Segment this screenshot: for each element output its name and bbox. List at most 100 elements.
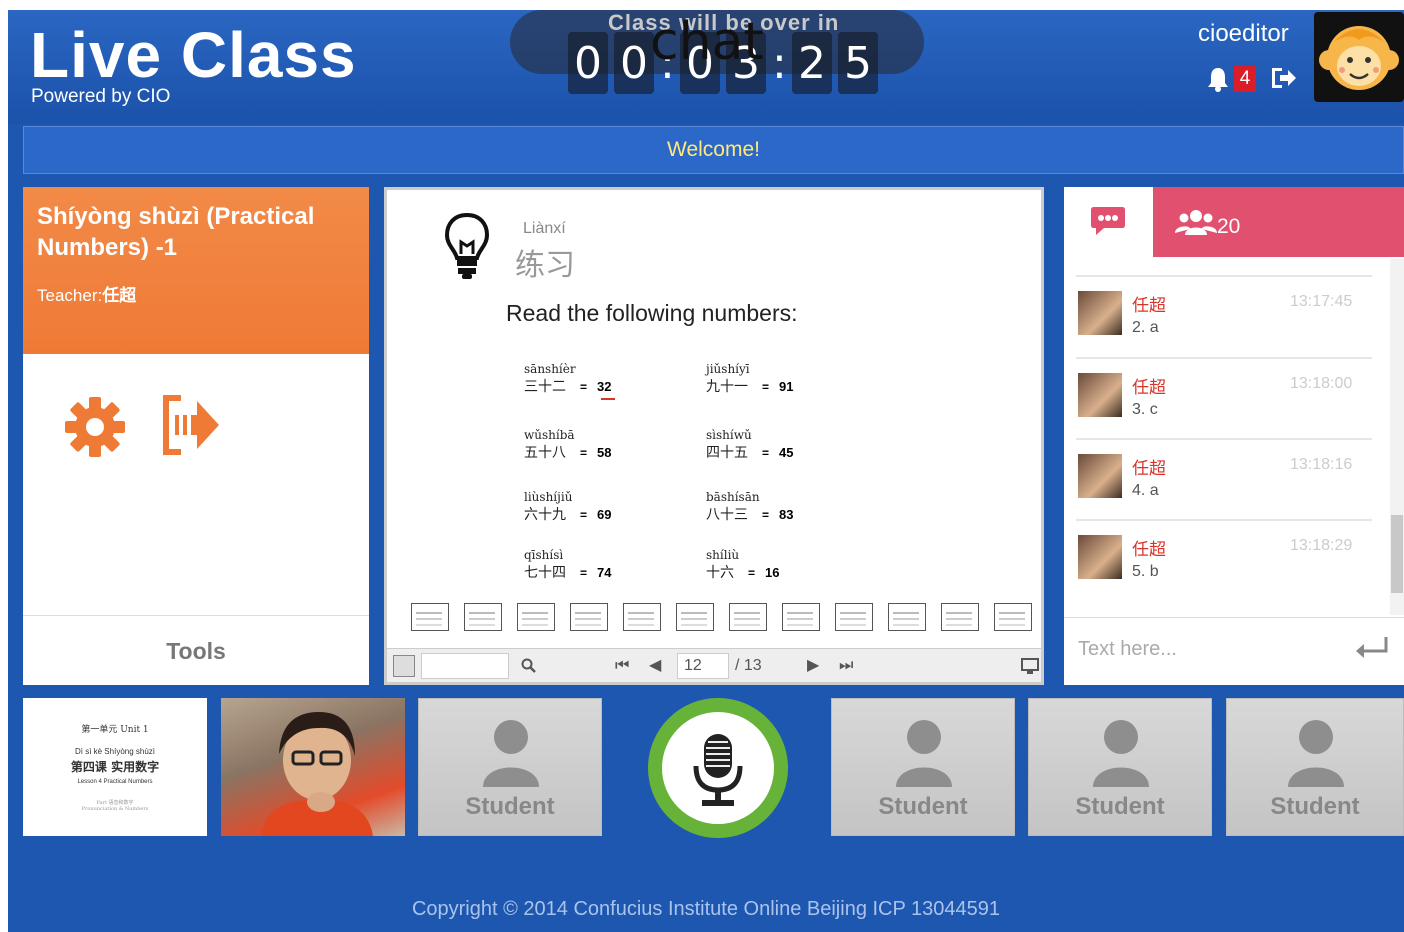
user-count: 20: [1217, 215, 1241, 238]
slide-thumbnail[interactable]: [994, 603, 1032, 631]
countdown-digit: 0: [568, 32, 608, 94]
pen-mark: [601, 398, 615, 400]
student-label: Student: [1075, 793, 1165, 820]
slide-thumbnail[interactable]: [835, 603, 873, 631]
exercise-hanzi: 四十五: [706, 445, 748, 461]
cover-part: Part 语音和数字: [96, 800, 134, 806]
user-avatar[interactable]: [1314, 12, 1404, 102]
student-placeholder-icon: [1288, 720, 1344, 787]
sender-avatar: [1078, 454, 1122, 498]
message-text: 5. b: [1132, 563, 1159, 580]
course-title: Shíyòng shùzì (Practical Numbers) -1: [37, 203, 315, 261]
slide-thumbnail[interactable]: [411, 603, 449, 631]
student-slot[interactable]: Student: [418, 698, 602, 836]
exercise-hanzi: 五十八: [524, 445, 566, 461]
slide-thumbnail[interactable]: [729, 603, 767, 631]
lesson-cover-thumbnail[interactable]: 第一单元 Unit 1 Dì sì kè Shíyòng shùzì 第四课 实…: [23, 698, 207, 836]
exercise-item: jiǔshíyī 九十一 = 91: [706, 362, 876, 402]
countdown-digit: 5: [838, 32, 878, 94]
exercise-item: bāshísān 八十三 = 83: [706, 490, 876, 530]
page-number-input[interactable]: 12: [677, 653, 729, 679]
exercise-item: liùshíjiǔ 六十九 = 69: [524, 490, 694, 530]
exercise-item: wǔshíbā 五十八 = 58: [524, 428, 694, 468]
users-tab[interactable]: 20: [1153, 187, 1404, 257]
chat-message: 任超 4. a 13:18:16: [1076, 438, 1372, 518]
exit-class-icon[interactable]: [161, 393, 221, 457]
username[interactable]: cioeditor: [1198, 20, 1289, 48]
sender-avatar: [1078, 373, 1122, 417]
exercise-value: 74: [597, 565, 612, 580]
chat-input[interactable]: Text here...: [1064, 617, 1404, 685]
message-text: 4. a: [1132, 482, 1159, 499]
cover-part-english: Pronunciation & Numbers: [81, 806, 149, 812]
teacher-line: Teacher:任超: [37, 281, 136, 306]
cover-unit: 第一单元 Unit 1: [81, 725, 149, 735]
slide-thumbnail[interactable]: [888, 603, 926, 631]
chat-message: 任超 5. b 13:18:29: [1076, 519, 1372, 599]
sender-name: 任超: [1132, 378, 1166, 397]
teacher-name: 任超: [102, 286, 137, 305]
gear-icon[interactable]: [63, 395, 127, 459]
exercise-hanzi: 九十一: [706, 379, 748, 395]
exercise-pinyin: sānshíèr: [524, 362, 576, 376]
exercise-hanzi: 十六: [706, 565, 734, 581]
sender-name: 任超: [1132, 459, 1166, 478]
tools-button[interactable]: Tools: [23, 615, 369, 685]
next-page-icon[interactable]: ▶: [807, 655, 819, 677]
teacher-label: Teacher:: [37, 286, 103, 305]
exercise-item: sānshíèr 三十二 = 32: [524, 362, 694, 402]
exercise-hanzi: 八十三: [706, 507, 748, 523]
slide-thumbnail[interactable]: [941, 603, 979, 631]
search-icon[interactable]: [521, 658, 537, 674]
student-slot[interactable]: Student: [1028, 698, 1212, 836]
exercise-item: qīshísì 七十四 = 74: [524, 548, 694, 588]
exercise-pinyin: sìshíwǔ: [706, 428, 752, 442]
chat-scrollbar-thumb[interactable]: [1391, 515, 1403, 593]
live-class-app: Live Class Powered by CIO Class will be …: [8, 10, 1404, 932]
fullscreen-icon[interactable]: [1021, 657, 1039, 675]
chat-tab[interactable]: [1064, 187, 1153, 257]
exercise-pinyin: qīshísì: [524, 548, 564, 562]
welcome-banner: Welcome!: [23, 126, 1404, 174]
sender-avatar: [1078, 291, 1122, 335]
slide-thumbnail[interactable]: [517, 603, 555, 631]
slide-thumbnail[interactable]: [782, 603, 820, 631]
notification-badge: 4: [1234, 66, 1256, 92]
exercise-value: 58: [597, 445, 612, 460]
slide-thumbnail[interactable]: [464, 603, 502, 631]
slide-search-input[interactable]: [421, 653, 509, 679]
slide-thumbnail[interactable]: [623, 603, 661, 631]
slide-thumbnail[interactable]: [570, 603, 608, 631]
exercise-value: 83: [779, 507, 794, 522]
course-panel: Shíyòng shùzì (Practical Numbers) -1 Tea…: [23, 187, 369, 685]
exercise-value: 69: [597, 507, 612, 522]
student-slot[interactable]: Student: [1226, 698, 1404, 836]
exercise-pinyin-heading: Liànxí: [523, 220, 566, 237]
first-page-icon[interactable]: ⏮: [615, 655, 629, 677]
last-page-icon[interactable]: ⏭: [839, 655, 853, 677]
exercise-pinyin: shíliù: [706, 548, 740, 562]
bell-icon[interactable]: [1206, 66, 1230, 92]
student-slot[interactable]: Student: [831, 698, 1015, 836]
message-time: 13:18:00: [1290, 375, 1353, 392]
student-label: Student: [465, 793, 555, 820]
chat-message: 任超 2. a 13:17:45: [1076, 275, 1372, 355]
exercise-pinyin: bāshísān: [706, 490, 760, 504]
countdown-separator: :: [772, 38, 787, 89]
lightbulb-icon: [444, 212, 490, 279]
grid-view-icon[interactable]: [393, 655, 415, 677]
page-total: / 13: [735, 657, 762, 674]
slide-thumbnail-strip: [411, 603, 1032, 631]
chat-scrollbar[interactable]: [1390, 259, 1404, 615]
prev-page-icon[interactable]: ◀: [649, 655, 661, 677]
message-time: 13:17:45: [1290, 293, 1353, 310]
exercise-hanzi: 六十九: [524, 507, 566, 523]
slide-toolbar: ⏮ ◀ 12 / 13 ▶ ⏭: [387, 648, 1041, 682]
logout-icon[interactable]: [1270, 66, 1298, 90]
microphone-button[interactable]: [648, 698, 788, 838]
chat-panel: 20 任超 2. a 13:17:45 任超 3. c 13:18:00 任超 …: [1064, 187, 1404, 685]
microphone-icon: [693, 734, 743, 806]
send-enter-icon[interactable]: [1354, 635, 1390, 661]
chat-message: 任超 3. c 13:18:00: [1076, 357, 1372, 437]
slide-thumbnail[interactable]: [676, 603, 714, 631]
